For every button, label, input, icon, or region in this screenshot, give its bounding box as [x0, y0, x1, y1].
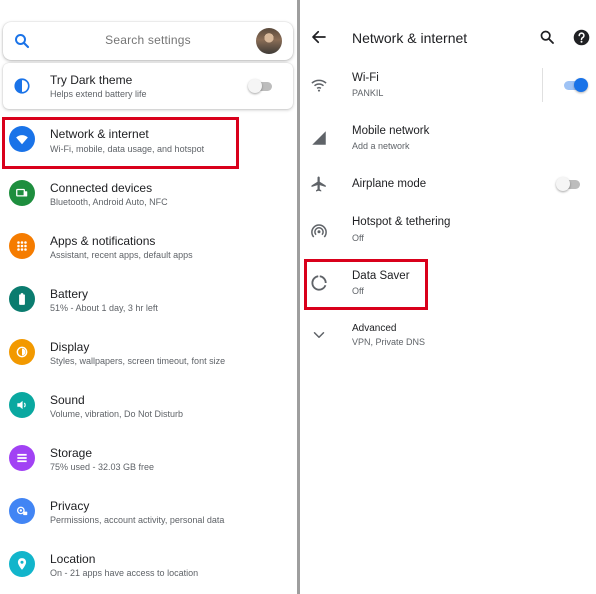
- apps-icon: [9, 233, 35, 259]
- settings-item-display[interactable]: Display Styles, wallpapers, screen timeo…: [0, 326, 297, 378]
- storage-icon: [9, 445, 35, 471]
- wifi-icon: [311, 79, 327, 92]
- search-bar[interactable]: Search settings: [3, 22, 293, 60]
- settings-item-connected-devices[interactable]: Connected devices Bluetooth, Android Aut…: [0, 167, 297, 219]
- avatar[interactable]: [256, 28, 282, 54]
- settings-item-privacy[interactable]: Privacy Permissions, account activity, p…: [0, 485, 297, 537]
- network-item-mobile[interactable]: Mobile network Add a network: [300, 115, 596, 161]
- settings-item-title: Display: [50, 340, 90, 354]
- settings-item-subtitle: 75% used - 32.03 GB free: [50, 462, 155, 472]
- location-icon: [9, 551, 35, 577]
- hotspot-icon: [311, 224, 327, 238]
- settings-item-subtitle: On - 21 apps have access to location: [50, 568, 199, 578]
- network-item-title: Airplane mode: [352, 178, 427, 190]
- dark-theme-subtitle: Helps extend battery life: [50, 89, 147, 99]
- network-item-subtitle: Off: [352, 233, 364, 243]
- search-icon[interactable]: [539, 29, 555, 45]
- network-item-hotspot[interactable]: Hotspot & tethering Off: [300, 206, 596, 252]
- settings-item-location[interactable]: Location On - 21 apps have access to loc…: [0, 538, 297, 590]
- settings-item-subtitle: Permissions, account activity, personal …: [50, 515, 225, 525]
- display-icon: [9, 339, 35, 365]
- settings-item-title: Battery: [50, 287, 89, 301]
- highlight-box-data-saver: [304, 259, 428, 310]
- network-settings-pane: Network & internet Wi-Fi PANKIL Mobile n…: [300, 0, 596, 594]
- back-arrow-icon[interactable]: [310, 28, 328, 46]
- settings-item-title: Storage: [50, 446, 93, 460]
- dark-theme-toggle[interactable]: [248, 79, 274, 93]
- network-item-subtitle: Add a network: [352, 141, 410, 151]
- page-title: Network & internet: [352, 30, 468, 46]
- settings-item-subtitle: Bluetooth, Android Auto, NFC: [50, 197, 168, 207]
- sound-icon: [9, 392, 35, 418]
- privacy-icon: [9, 498, 35, 524]
- settings-item-apps[interactable]: Apps & notifications Assistant, recent a…: [0, 220, 297, 272]
- settings-home-pane: Search settings Try Dark theme Helps ext…: [0, 0, 297, 594]
- chevron-down-icon: [313, 332, 325, 338]
- wifi-toggle[interactable]: [562, 78, 588, 92]
- signal-icon: [312, 131, 326, 145]
- settings-item-title: Sound: [50, 393, 85, 407]
- network-item-title: Mobile network: [352, 125, 430, 137]
- network-item-wifi[interactable]: Wi-Fi PANKIL: [300, 62, 596, 108]
- highlight-box-network: [2, 117, 239, 169]
- network-item-subtitle: VPN, Private DNS: [352, 337, 426, 347]
- network-item-title: Wi-Fi: [352, 72, 379, 84]
- search-icon: [15, 34, 30, 49]
- dark-theme-icon: [14, 78, 30, 94]
- network-item-subtitle: PANKIL: [352, 88, 384, 98]
- help-icon[interactable]: [573, 29, 590, 46]
- airplane-icon: [311, 176, 326, 192]
- battery-icon: [9, 286, 35, 312]
- settings-item-sound[interactable]: Sound Volume, vibration, Do Not Disturb: [0, 379, 297, 431]
- settings-item-title: Apps & notifications: [50, 234, 156, 248]
- network-item-advanced[interactable]: Advanced VPN, Private DNS: [300, 318, 596, 358]
- devices-icon: [9, 180, 35, 206]
- settings-item-title: Location: [50, 552, 96, 566]
- settings-item-subtitle: Volume, vibration, Do Not Disturb: [50, 409, 184, 419]
- search-placeholder: Search settings: [105, 33, 191, 47]
- settings-item-battery[interactable]: Battery 51% - About 1 day, 3 hr left: [0, 273, 297, 325]
- dark-theme-card[interactable]: Try Dark theme Helps extend battery life: [3, 63, 293, 109]
- dark-theme-title: Try Dark theme: [50, 73, 133, 87]
- airplane-toggle[interactable]: [556, 177, 582, 191]
- network-item-title: Hotspot & tethering: [352, 216, 451, 228]
- settings-item-storage[interactable]: Storage 75% used - 32.03 GB free: [0, 432, 297, 484]
- settings-item-subtitle: Assistant, recent apps, default apps: [50, 250, 193, 260]
- network-item-title: Advanced: [352, 323, 397, 334]
- settings-item-subtitle: Styles, wallpapers, screen timeout, font…: [50, 356, 226, 366]
- toggle-separator: [542, 68, 543, 102]
- settings-item-title: Privacy: [50, 499, 90, 513]
- network-item-airplane[interactable]: Airplane mode: [300, 168, 596, 200]
- settings-item-subtitle: 51% - About 1 day, 3 hr left: [50, 303, 158, 313]
- app-bar: Network & internet: [300, 0, 596, 60]
- settings-item-title: Connected devices: [50, 181, 153, 195]
